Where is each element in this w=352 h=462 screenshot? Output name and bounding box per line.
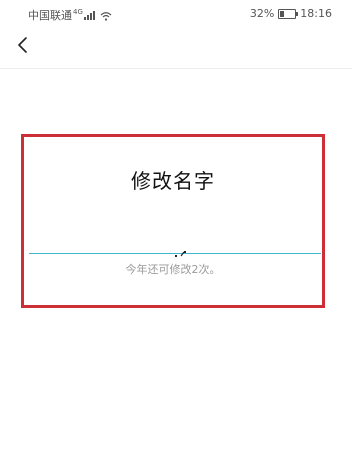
clock: 18:16 xyxy=(300,7,332,20)
back-button[interactable] xyxy=(8,32,36,62)
wifi-icon xyxy=(100,11,112,21)
carrier-label: 中国联通 xyxy=(28,9,72,22)
network-type-label: 4G xyxy=(73,8,83,16)
screen: 中国联通 4G 32% 18:16 修改名字 今年还可修改2次。 xyxy=(0,0,352,462)
signal-icon xyxy=(83,10,96,20)
battery-percent: 32% xyxy=(249,7,275,20)
chevron-left-icon xyxy=(16,36,28,58)
nav-bar xyxy=(0,28,352,69)
status-right: 32% 18:16 xyxy=(250,7,332,20)
status-bar: 中国联通 4G 32% 18:16 xyxy=(0,0,352,28)
battery-icon xyxy=(278,8,299,19)
status-left: 中国联通 4G xyxy=(28,7,112,23)
remaining-changes-hint: 今年还可修改2次。 xyxy=(125,263,221,276)
edit-name-panel: 修改名字 今年还可修改2次。 xyxy=(21,134,325,308)
text-cursor-icon xyxy=(175,242,187,257)
page-title: 修改名字 xyxy=(131,169,215,193)
